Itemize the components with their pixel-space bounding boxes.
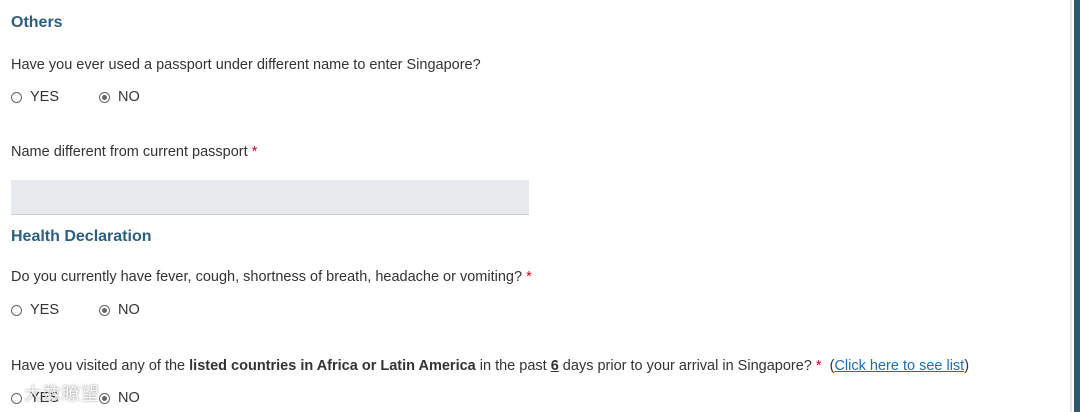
question-text-days: 6 (550, 358, 559, 374)
name-field-label: Name different from current passport * (11, 144, 257, 160)
question-symptoms: Do you currently have fever, cough, shor… (11, 269, 532, 285)
radio-yes-label: YES (30, 89, 60, 105)
section-title-others: Others (11, 14, 63, 31)
radio-yes[interactable] (11, 91, 22, 103)
question-visited-countries: Have you visited any of the listed count… (11, 358, 969, 374)
required-mark: * (815, 358, 822, 374)
question-passport-different-name: Have you ever used a passport under diff… (11, 57, 481, 73)
radio-yes[interactable] (11, 304, 22, 316)
question-text-part1: Have you visited any of the (11, 358, 190, 374)
section-title-health-declaration: Health Declaration (11, 228, 152, 245)
required-mark: * (251, 144, 258, 160)
radio-option-no[interactable]: NO (99, 302, 140, 318)
radio-no-label: NO (118, 390, 140, 406)
radio-no-label: NO (118, 89, 140, 105)
name-different-input[interactable] (11, 180, 529, 215)
radio-yes-label: YES (30, 302, 60, 318)
scroll-track-line (1070, 0, 1072, 412)
radio-no[interactable] (99, 304, 111, 316)
radio-group-passport-different-name: YES NO (11, 89, 140, 105)
right-edge-bar (1074, 0, 1080, 412)
radio-yes[interactable] (11, 392, 22, 404)
question-text-countries: listed countries in Africa or Latin Amer… (189, 358, 476, 374)
paren-close: ) (964, 358, 970, 374)
radio-no[interactable] (99, 392, 111, 404)
question-text-part3: days prior to your arrival in Singapore? (558, 358, 812, 374)
required-mark: * (526, 269, 532, 285)
radio-option-no[interactable]: NO (99, 89, 140, 105)
radio-option-yes[interactable]: YES (11, 302, 59, 318)
radio-no-label: NO (118, 302, 140, 318)
question-symptoms-text: Do you currently have fever, cough, shor… (11, 269, 523, 285)
question-text-part2: in the past (475, 358, 551, 374)
radio-option-yes[interactable]: YES (11, 89, 59, 105)
radio-option-no[interactable]: NO (99, 390, 140, 406)
watermark: 大数瞭望 (24, 384, 100, 405)
radio-group-symptoms: YES NO (11, 302, 140, 318)
name-field-label-text: Name different from current passport (11, 144, 248, 160)
radio-no[interactable] (99, 91, 111, 103)
see-list-link[interactable]: Click here to see list (834, 358, 964, 374)
